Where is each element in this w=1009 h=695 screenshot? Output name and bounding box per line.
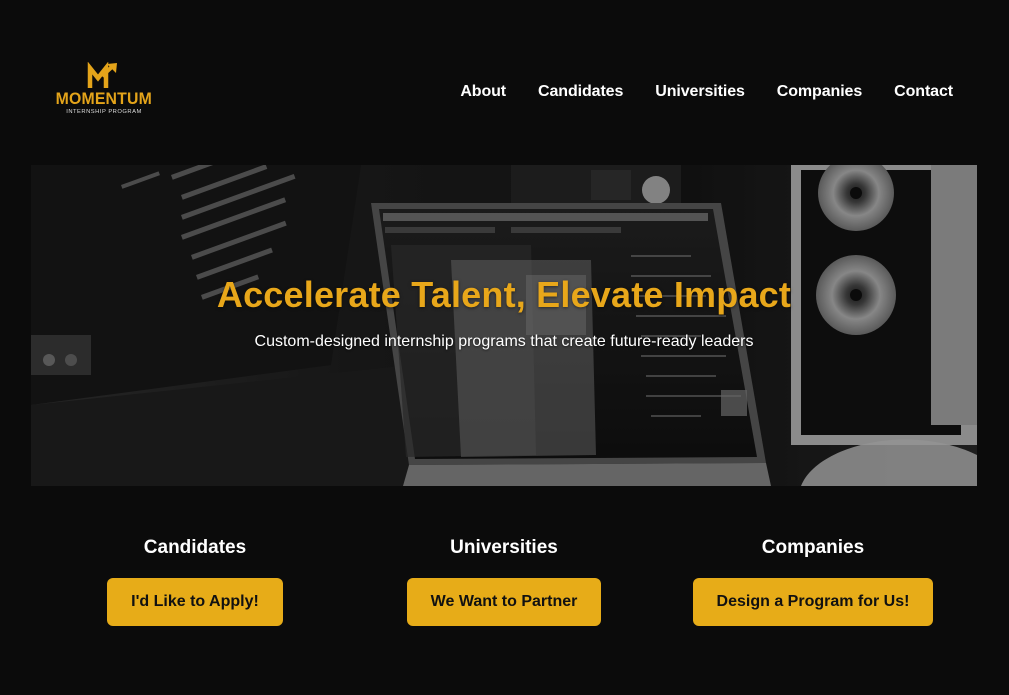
partner-button[interactable]: We Want to Partner [406,578,602,626]
candidates-heading: Candidates [143,537,247,558]
universities-heading: Universities [450,537,558,558]
nav-companies[interactable]: Companies [777,83,862,101]
page: MOMENTUM INTERNSHIP PROGRAM About Candid… [0,0,1009,695]
nav-candidates[interactable]: Candidates [538,83,623,101]
nav-about[interactable]: About [460,83,506,101]
universities-section: Universities We Want to Partner [354,537,654,626]
brand-logo[interactable]: MOMENTUM INTERNSHIP PROGRAM [56,62,152,122]
design-program-button[interactable]: Design a Program for Us! [692,578,934,626]
hero-subtitle: Custom-designed internship programs that… [254,333,754,350]
companies-section: Companies Design a Program for Us! [663,537,963,626]
companies-heading: Companies [761,537,865,558]
brand-tagline: INTERNSHIP PROGRAM [66,109,142,115]
brand-name: MOMENTUM [55,89,153,108]
hero-title: Accelerate Talent, Elevate Impact [216,274,792,315]
momentum-m-arrow-icon [87,62,117,88]
hero-banner: Accelerate Talent, Elevate Impact Custom… [31,165,977,486]
nav-universities[interactable]: Universities [655,83,745,101]
main-nav: About Candidates Universities Companies … [460,83,953,101]
apply-button[interactable]: I'd Like to Apply! [107,578,283,626]
nav-contact[interactable]: Contact [894,83,953,101]
hero-overlay [31,165,977,486]
candidates-section: Candidates I'd Like to Apply! [45,537,345,626]
